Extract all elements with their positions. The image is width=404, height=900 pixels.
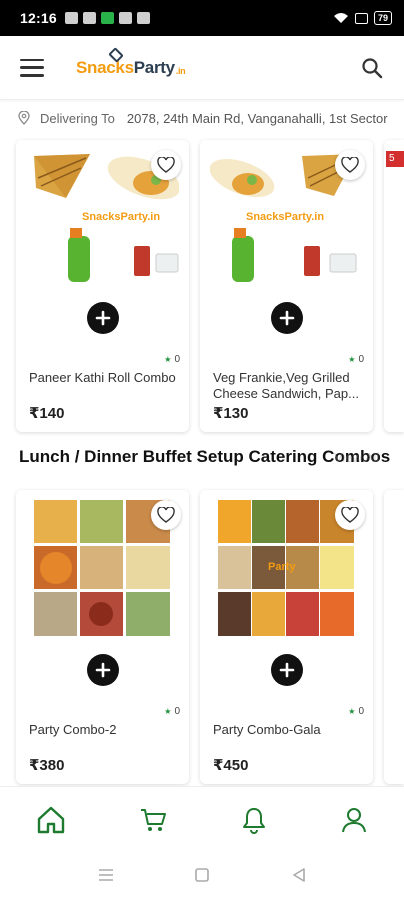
logo-text-snacks: Snacks [76, 57, 134, 77]
message-icon [64, 12, 78, 24]
brand-logo[interactable]: Snacks Party .in [76, 46, 186, 78]
delivery-address: 2078, 24th Main Rd, Vanganahalli, 1st Se… [126, 110, 388, 126]
home-square-icon[interactable] [195, 868, 209, 882]
delivering-label: Delivering To [40, 110, 115, 126]
bottom-nav [0, 786, 404, 852]
next-card-peek[interactable] [384, 140, 404, 432]
star-icon: ★ [348, 355, 356, 364]
status-right: 79 [333, 11, 392, 25]
product-name: Party Combo-Gala [213, 722, 321, 737]
add-to-cart-button[interactable] [87, 302, 119, 334]
add-to-cart-button[interactable] [271, 654, 303, 686]
image-brand-text: SnacksParty.in [82, 211, 160, 223]
favorite-heart-icon[interactable] [151, 500, 181, 530]
rating: ★ 0 [164, 354, 180, 365]
product-card[interactable]: Party ★ 0 Party Combo-Gala ₹450 [200, 490, 373, 784]
app-notification-icon [82, 12, 96, 24]
rating-value: 0 [174, 706, 180, 717]
sim-icon [354, 12, 368, 24]
product-card[interactable]: ★ 0 Party Combo-2 ₹380 [16, 490, 189, 784]
back-icon[interactable] [292, 868, 306, 882]
discount-badge: 5 [386, 151, 404, 167]
whatsapp-icon [100, 12, 114, 24]
rating: ★ 0 [164, 706, 180, 717]
app-header: Snacks Party .in [0, 36, 404, 100]
status-bar: 12:16 79 [0, 0, 404, 36]
product-image [34, 500, 170, 636]
rating: ★ 0 [348, 706, 364, 717]
location-pin-icon [18, 111, 30, 125]
product-price: ₹380 [29, 757, 65, 774]
image-brand-text: Party [268, 561, 296, 573]
logo-text-tld: .in [175, 65, 186, 76]
delivery-bar[interactable]: Delivering To 2078, 24th Main Rd, Vangan… [0, 106, 404, 130]
product-name: Paneer Kathi Roll Combo [29, 370, 176, 385]
game-icon [118, 12, 132, 24]
add-to-cart-button[interactable] [271, 302, 303, 334]
favorite-heart-icon[interactable] [335, 150, 365, 180]
home-icon[interactable] [35, 804, 67, 836]
hamburger-icon[interactable] [20, 58, 44, 77]
rating-value: 0 [358, 354, 364, 365]
favorite-heart-icon[interactable] [151, 150, 181, 180]
rating-value: 0 [358, 706, 364, 717]
user-icon[interactable] [338, 804, 370, 836]
next-card-peek[interactable] [384, 490, 404, 784]
star-icon: ★ [164, 707, 172, 716]
favorite-heart-icon[interactable] [335, 500, 365, 530]
lock-app-icon [136, 12, 150, 24]
product-name: Party Combo-2 [29, 722, 117, 737]
star-icon: ★ [164, 355, 172, 364]
product-name: Veg Frankie,Veg Grilled Cheese Sandwich,… [213, 370, 359, 401]
system-nav-bar [0, 852, 404, 900]
wifi-icon [333, 13, 348, 23]
product-price: ₹140 [29, 405, 65, 422]
battery-icon: 79 [373, 11, 392, 25]
star-icon: ★ [348, 707, 356, 716]
rating-value: 0 [174, 354, 180, 365]
rating: ★ 0 [348, 354, 364, 365]
logo-text-party: Party [133, 57, 175, 77]
product-image: Party [218, 500, 354, 636]
notification-icons [64, 12, 150, 24]
product-card[interactable]: SnacksParty.in ★ 0 Paneer Kathi Roll Com… [16, 140, 189, 432]
product-price: ₹130 [213, 405, 249, 422]
search-icon[interactable] [360, 56, 384, 80]
add-to-cart-button[interactable] [87, 654, 119, 686]
product-price: ₹450 [213, 757, 249, 774]
cart-icon[interactable] [137, 804, 169, 836]
image-brand-text: SnacksParty.in [246, 211, 324, 223]
recents-icon[interactable] [98, 868, 114, 882]
bell-icon[interactable] [238, 804, 270, 836]
status-time: 12:16 [20, 10, 57, 26]
view-all-link[interactable]: View All [334, 450, 379, 465]
product-card[interactable]: SnacksParty.in ★ 0 Veg Frankie,Veg Grill… [200, 140, 373, 432]
